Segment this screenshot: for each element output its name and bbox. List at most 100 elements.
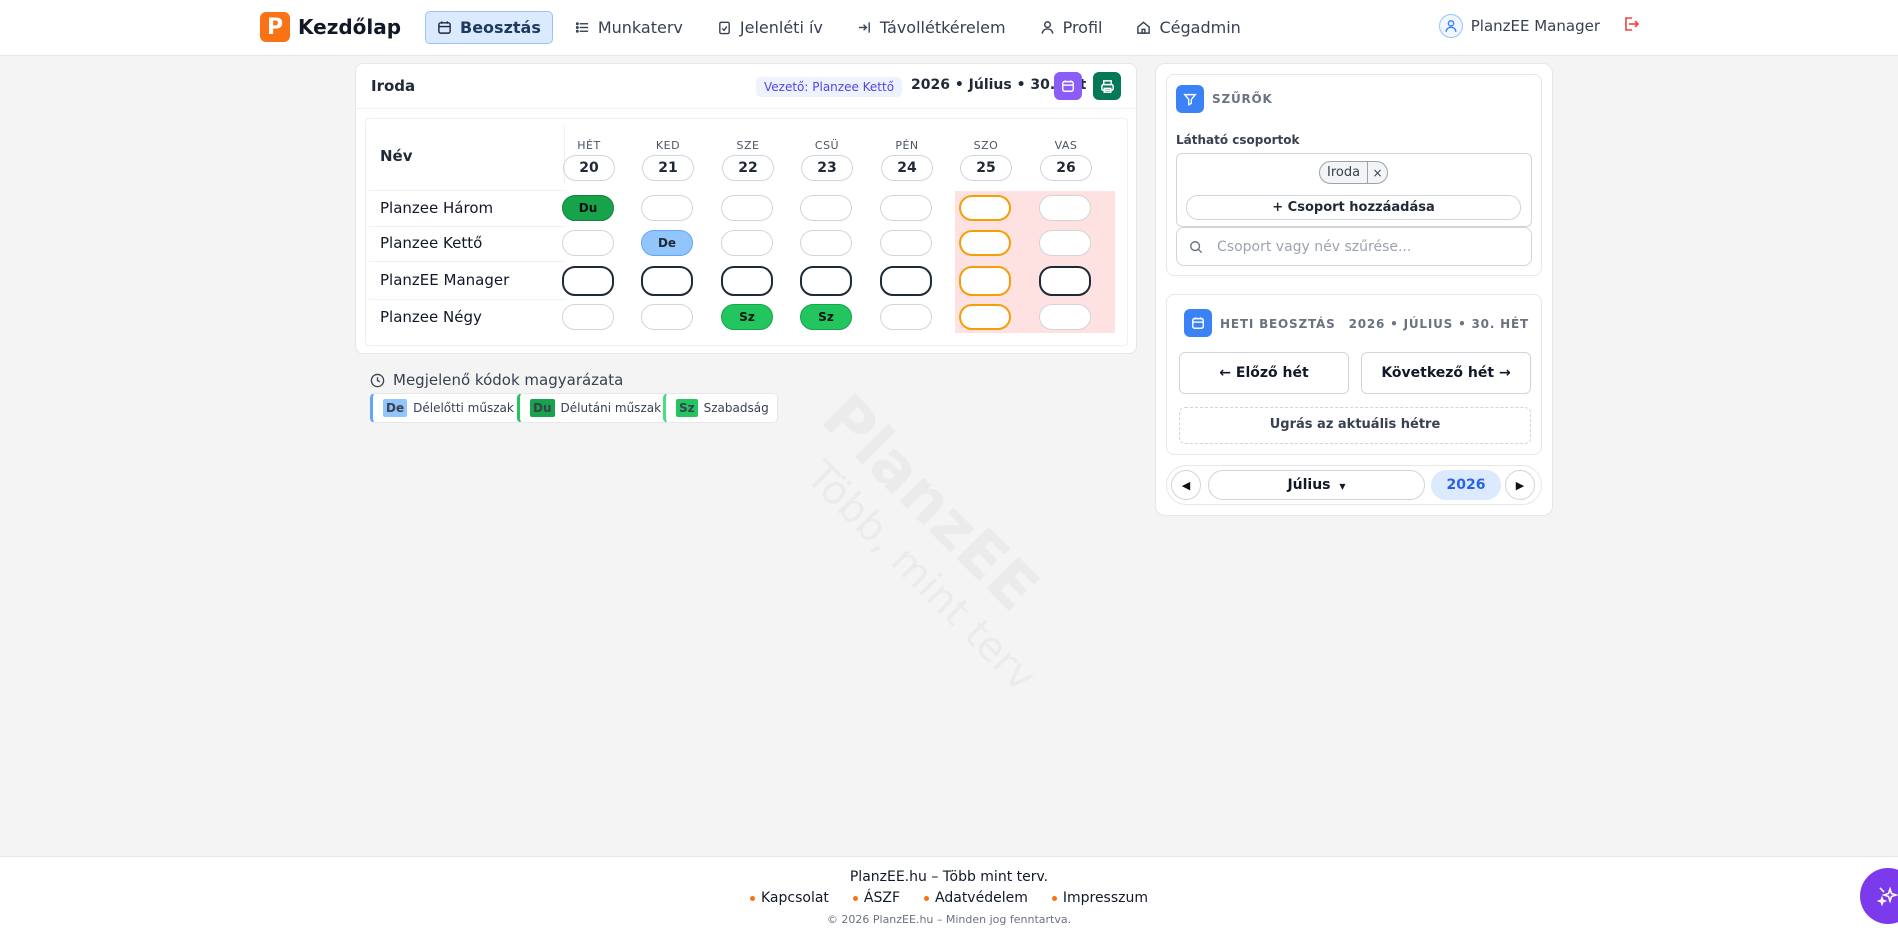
search-icon bbox=[1190, 241, 1203, 254]
sparkles-icon bbox=[1876, 886, 1898, 907]
name-header-label: Név bbox=[380, 147, 413, 165]
legend-item-de: De Délelőtti műszak bbox=[370, 393, 523, 423]
month-select[interactable]: Július ▼ bbox=[1208, 470, 1425, 500]
schedule-card: Iroda Vezető: Planzee Kettő 2026 • Júliu… bbox=[355, 63, 1137, 354]
calendar-icon bbox=[1192, 317, 1204, 329]
day-number[interactable]: 24 bbox=[881, 155, 933, 181]
shift-cell[interactable]: Du bbox=[562, 195, 614, 221]
group-tag-label: Iroda bbox=[1327, 165, 1361, 180]
shift-cell[interactable] bbox=[959, 230, 1011, 256]
day-header-pentek: PÉN 24 bbox=[877, 139, 937, 181]
name-column-header: Név bbox=[369, 125, 565, 183]
nav-item-label: Munkaterv bbox=[597, 18, 683, 37]
print-button[interactable] bbox=[1093, 72, 1121, 100]
calendar-icon bbox=[1062, 80, 1074, 92]
row-divider bbox=[369, 226, 565, 227]
logout-button[interactable] bbox=[1622, 15, 1640, 37]
day-number[interactable]: 22 bbox=[722, 155, 774, 181]
weekly-info: 2026 • JÚLIUS • 30. HÉT bbox=[1348, 317, 1529, 331]
previous-month-button[interactable]: ◀ bbox=[1171, 470, 1201, 500]
shift-cell[interactable]: De bbox=[641, 230, 693, 256]
legend-item-du: Du Délutáni műszak bbox=[517, 393, 671, 423]
shift-cell[interactable] bbox=[1039, 230, 1091, 256]
employee-name: Planzee Négy bbox=[380, 308, 482, 326]
brand-text: Kezdőlap bbox=[298, 15, 402, 39]
shift-cell[interactable] bbox=[641, 195, 693, 221]
legend-item-sz: Sz Szabadság bbox=[663, 393, 778, 423]
clipboard-check-icon bbox=[719, 21, 730, 35]
day-name: PÉN bbox=[895, 139, 919, 152]
shift-cell[interactable] bbox=[880, 304, 932, 330]
caret-down-icon: ▼ bbox=[1339, 482, 1346, 491]
shift-cell[interactable] bbox=[562, 230, 614, 256]
footer-link-impresszum[interactable]: Impresszum bbox=[1052, 890, 1148, 906]
shift-cell[interactable] bbox=[880, 266, 932, 296]
shift-cell[interactable] bbox=[959, 195, 1011, 221]
search-input[interactable] bbox=[1217, 236, 1517, 258]
triangle-right-icon: ▶ bbox=[1515, 478, 1525, 492]
day-header-hetfo: HÉT 20 bbox=[559, 139, 619, 181]
nav-item-beosztas[interactable]: Beosztás bbox=[425, 11, 553, 44]
footer-link-kapcsolat[interactable]: Kapcsolat bbox=[750, 890, 829, 906]
day-number[interactable]: 25 bbox=[960, 155, 1012, 181]
footer-link-adatvedelem[interactable]: Adatvédelem bbox=[924, 890, 1028, 906]
shift-cell[interactable] bbox=[800, 230, 852, 256]
day-number[interactable]: 23 bbox=[801, 155, 853, 181]
shift-cell[interactable] bbox=[880, 230, 932, 256]
shift-cell[interactable] bbox=[880, 195, 932, 221]
shift-cell[interactable] bbox=[959, 304, 1011, 330]
group-title: Iroda bbox=[371, 77, 416, 95]
nav-item-munkaterv[interactable]: Munkaterv bbox=[563, 11, 695, 44]
next-month-button[interactable]: ▶ bbox=[1505, 470, 1535, 500]
weekly-title: HETI BEOSZTÁS bbox=[1220, 317, 1336, 331]
shift-cell[interactable] bbox=[1039, 304, 1091, 330]
legend-title: Megjelenő kódok magyarázata bbox=[370, 371, 623, 389]
shift-cell[interactable] bbox=[959, 266, 1011, 296]
shift-cell[interactable] bbox=[800, 266, 852, 296]
day-number[interactable]: 26 bbox=[1040, 155, 1092, 181]
shift-cell[interactable] bbox=[721, 195, 773, 221]
previous-week-button[interactable]: ← Előző hét bbox=[1179, 352, 1349, 394]
day-number[interactable]: 20 bbox=[563, 155, 615, 181]
shift-cell[interactable] bbox=[1039, 266, 1091, 296]
shift-cell[interactable] bbox=[641, 304, 693, 330]
row-divider bbox=[369, 190, 565, 191]
shift-cell[interactable] bbox=[1039, 195, 1091, 221]
brand-link[interactable]: P Kezdőlap bbox=[260, 12, 401, 42]
nav-item-profil[interactable]: Profil bbox=[1028, 11, 1115, 44]
nav-item-jelenleti-iv[interactable]: Jelenléti ív bbox=[705, 11, 835, 44]
shift-cell[interactable]: Sz bbox=[800, 304, 852, 330]
nav-item-label: Cégadmin bbox=[1159, 18, 1241, 37]
footer-tagline: PlanzEE.hu – Több mint terv. bbox=[849, 869, 1049, 885]
nav-item-cegadmin[interactable]: Cégadmin bbox=[1124, 11, 1252, 44]
calendar-icon-badge bbox=[1184, 309, 1212, 337]
shift-cell[interactable] bbox=[562, 266, 614, 296]
legend-code: Du bbox=[530, 399, 555, 417]
footer: PlanzEE.hu – Több mint terv. Kapcsolat Á… bbox=[0, 856, 1898, 942]
shift-cell[interactable]: Sz bbox=[721, 304, 773, 330]
avatar[interactable] bbox=[1438, 14, 1463, 38]
user-icon bbox=[1445, 20, 1457, 32]
shift-cell[interactable] bbox=[800, 195, 852, 221]
shift-cell[interactable] bbox=[721, 266, 773, 296]
shift-cell[interactable] bbox=[641, 266, 693, 296]
nav-item-label: Jelenléti ív bbox=[739, 18, 823, 37]
footer-link-aszf[interactable]: ÁSZF bbox=[853, 890, 900, 906]
day-name: HÉT bbox=[577, 139, 601, 152]
year-select[interactable]: 2026 bbox=[1431, 470, 1501, 500]
employee-name: Planzee Kettő bbox=[380, 234, 483, 252]
add-group-button[interactable]: + Csoport hozzáadása bbox=[1186, 195, 1521, 220]
remove-group-button[interactable]: × bbox=[1367, 162, 1387, 183]
next-week-button[interactable]: Következő hét → bbox=[1361, 352, 1531, 394]
nav-item-tavolletkerelem[interactable]: Távollétkérelem bbox=[845, 11, 1018, 44]
current-week-button[interactable]: Ugrás az aktuális hétre bbox=[1179, 407, 1531, 444]
day-header-szombat: SZO 25 bbox=[956, 139, 1016, 181]
watermark: PlanzEE Több, mint terv bbox=[776, 380, 1096, 700]
day-number[interactable]: 21 bbox=[642, 155, 694, 181]
shift-cell[interactable] bbox=[562, 304, 614, 330]
group-select-box[interactable]: Iroda × + Csoport hozzáadása bbox=[1176, 153, 1532, 227]
watermark-tagline: Több, mint terv bbox=[797, 453, 1045, 701]
user-name[interactable]: PlanzEE Manager bbox=[1471, 17, 1600, 35]
calendar-button[interactable] bbox=[1054, 72, 1082, 100]
shift-cell[interactable] bbox=[721, 230, 773, 256]
